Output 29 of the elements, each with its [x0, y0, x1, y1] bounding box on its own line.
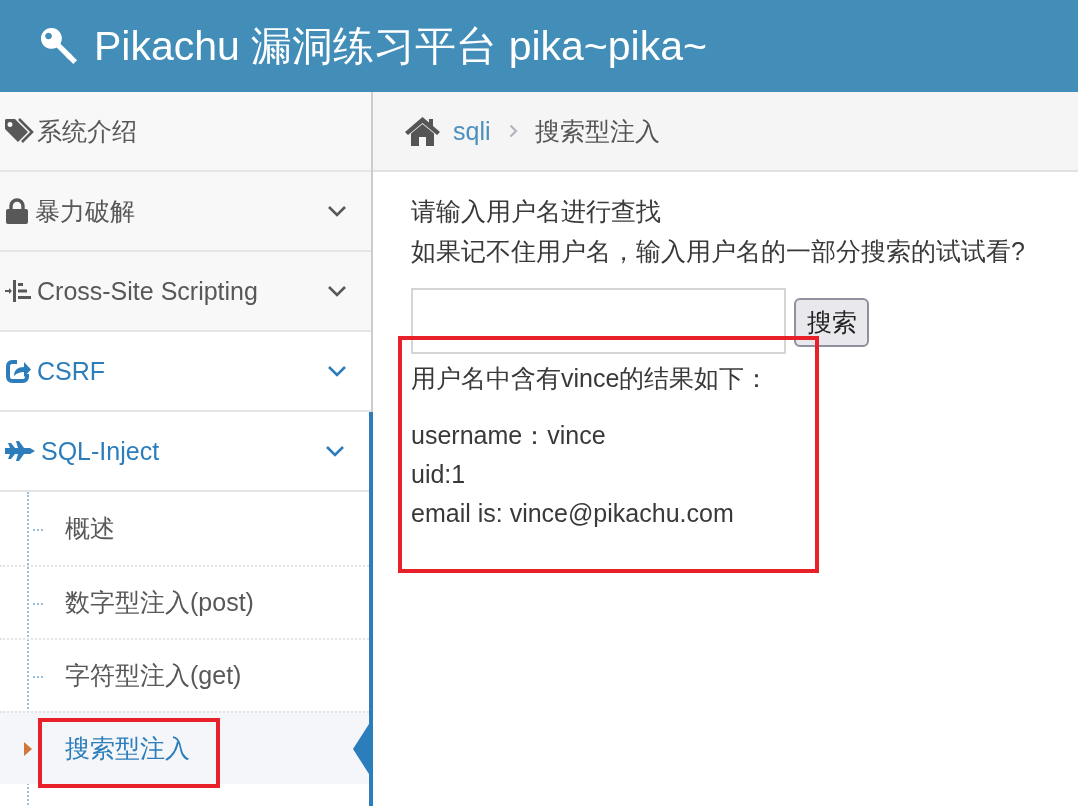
lock-icon — [5, 198, 29, 224]
caret-icon — [24, 741, 32, 756]
result-heading: 用户名中含有vince的结果如下： — [411, 363, 771, 394]
triangle-pointer-icon — [353, 723, 369, 774]
chevron-right-icon — [508, 124, 518, 138]
result-line: email is: vince@pikachu.com — [411, 498, 735, 529]
chevron-down-icon — [327, 205, 347, 217]
submenu-item[interactable]: 概述 — [0, 492, 369, 565]
instruction-text: 如果记不住用户名，输入用户名的一部分搜索的试试看? — [411, 236, 1026, 267]
site-title: Pikachu 漏洞练习平台 pika~pika~ — [94, 21, 707, 71]
home-icon[interactable] — [405, 116, 440, 146]
submenu-item[interactable]: 数字型注入(post) — [0, 565, 369, 638]
sidebar-item[interactable]: Cross-Site Scripting — [0, 252, 371, 332]
indent-icon — [5, 279, 31, 303]
chevron-down-icon — [325, 445, 345, 457]
result-line: uid:1 — [411, 459, 467, 490]
chevron-down-icon — [327, 365, 347, 377]
sidebar-item[interactable]: 暴力破解 — [0, 172, 371, 252]
result-line: username：vince — [411, 420, 607, 451]
instruction-text: 请输入用户名进行查找 — [411, 196, 662, 227]
search-field[interactable] — [411, 288, 786, 354]
breadcrumb-current: 搜索型注入 — [534, 115, 660, 147]
sidebar-item[interactable]: 系统介绍 — [0, 92, 371, 172]
jet-icon — [5, 441, 35, 461]
key-icon — [40, 27, 78, 65]
share-icon — [5, 358, 31, 384]
tag-icon — [5, 118, 35, 144]
chevron-down-icon — [327, 285, 347, 297]
search-button[interactable]: 搜索 — [794, 298, 869, 347]
